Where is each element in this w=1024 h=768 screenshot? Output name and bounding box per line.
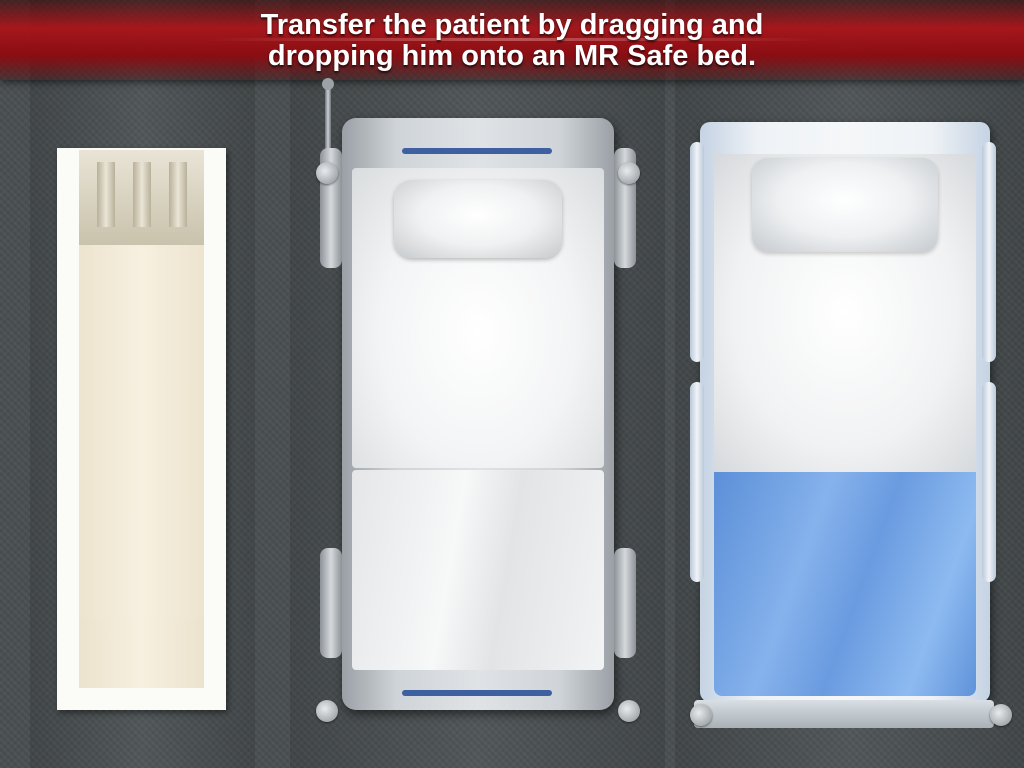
mr-safe-bed[interactable]: [690, 122, 1020, 732]
stretcher-foot-section: [79, 618, 204, 688]
stretcher-head-slot: [169, 162, 187, 227]
caster-wheel: [618, 700, 640, 722]
side-rail-left-lower: [320, 548, 342, 658]
pillow: [394, 180, 562, 258]
side-rail-left-lower: [690, 382, 704, 582]
blue-blanket: [714, 472, 976, 696]
caster-wheel: [618, 162, 640, 184]
pillow: [752, 158, 938, 252]
stretcher-pad: [79, 245, 204, 645]
foot-rail-stripe: [402, 690, 552, 696]
caster-wheel: [990, 704, 1012, 726]
instruction-line-1: Transfer the patient by dragging and: [260, 9, 764, 41]
side-rail-left: [690, 142, 704, 362]
caster-wheel: [690, 704, 712, 726]
transport-stretcher[interactable]: [57, 148, 226, 710]
instruction-line-2: dropping him onto an MR Safe bed.: [267, 40, 757, 72]
hospital-bed[interactable]: [312, 118, 644, 730]
head-rail-stripe: [402, 148, 552, 154]
side-rail-right-lower: [982, 382, 996, 582]
instruction-text: Transfer the patient by dragging and dro…: [0, 10, 1024, 72]
stretcher-head-section: [79, 150, 204, 245]
mr-bed-base: [694, 700, 994, 728]
instruction-banner: Transfer the patient by dragging and dro…: [0, 0, 1024, 80]
caster-wheel: [316, 700, 338, 722]
stretcher-head-slot: [97, 162, 115, 227]
mattress-lower: [352, 470, 604, 670]
stretcher-head-slot: [133, 162, 151, 227]
side-rail-right-lower: [614, 548, 636, 658]
side-rail-right: [982, 142, 996, 362]
caster-wheel: [316, 162, 338, 184]
